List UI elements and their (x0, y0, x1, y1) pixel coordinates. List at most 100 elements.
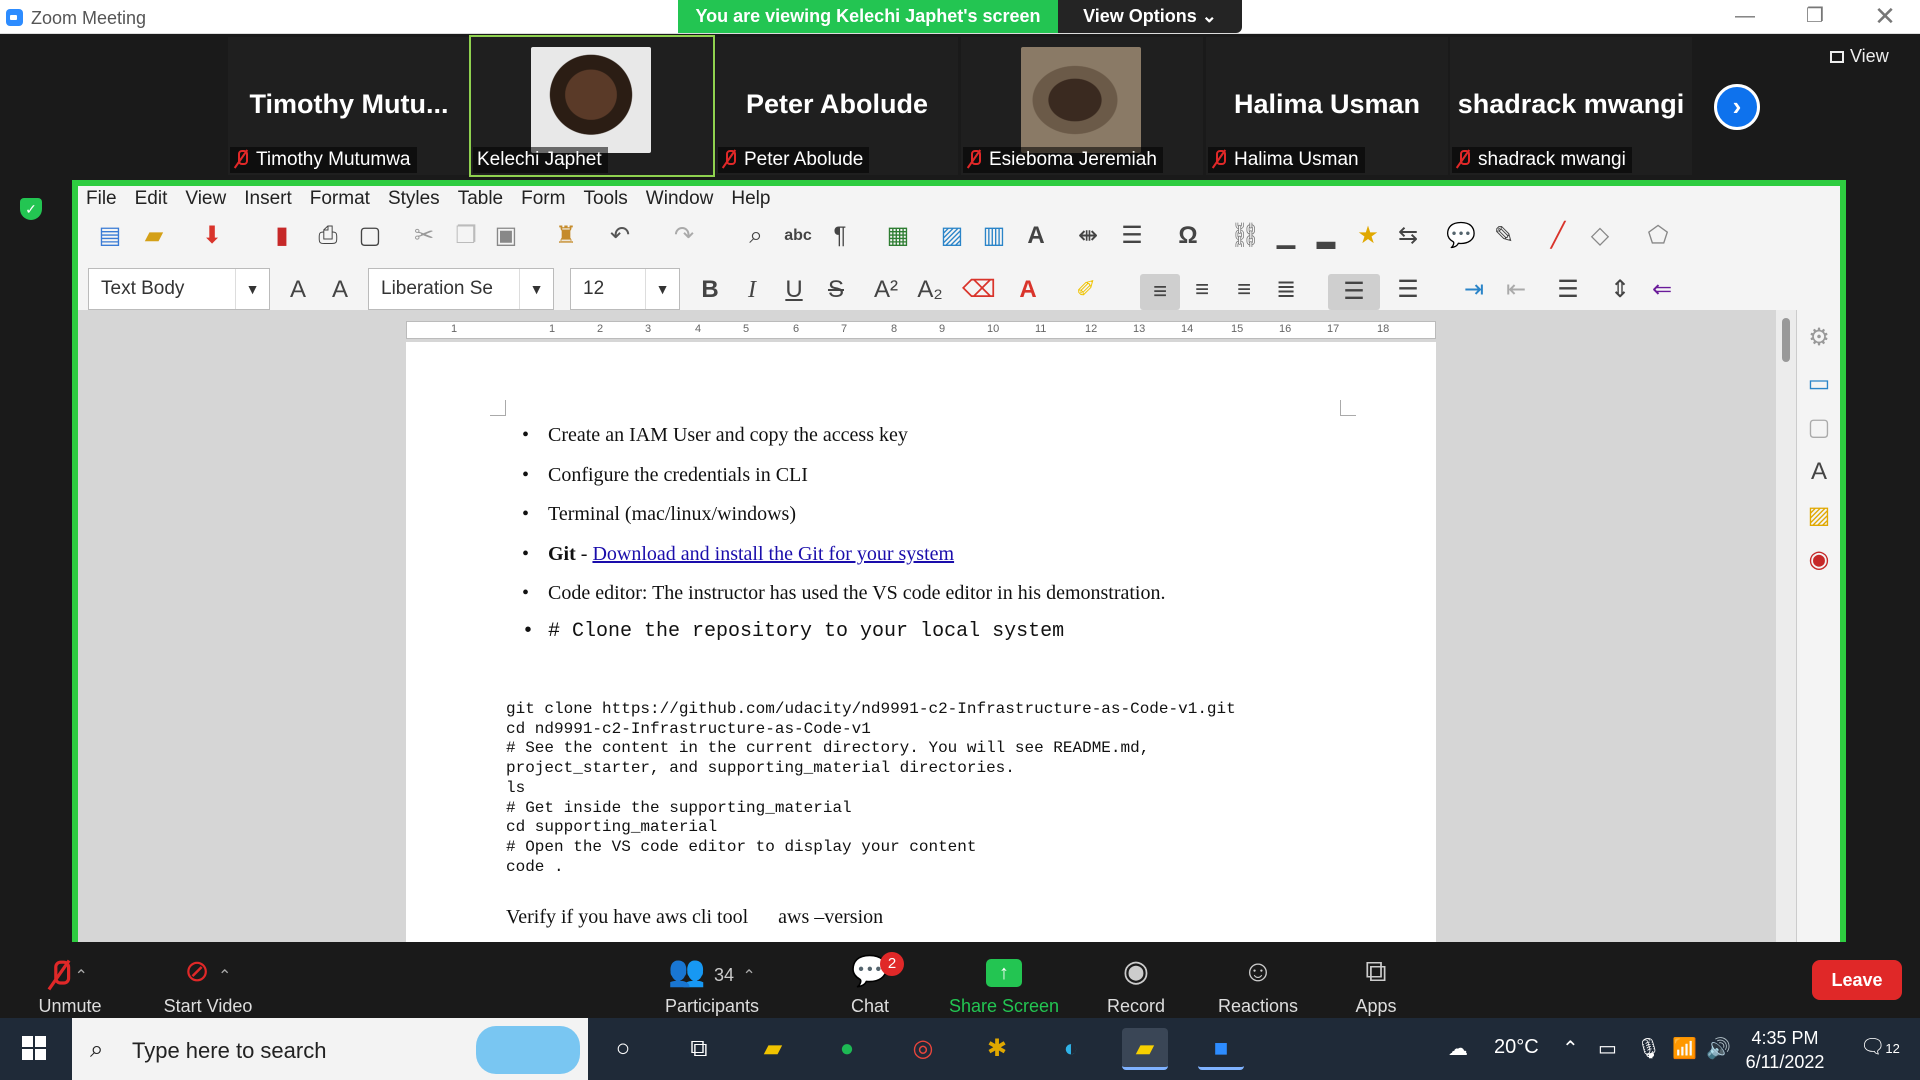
participant-tile[interactable]: Peter Abolude Peter Abolude (716, 37, 958, 175)
view-layout-button[interactable]: View (1830, 46, 1889, 67)
export-pdf-icon[interactable]: ▮ (268, 222, 296, 250)
document-page[interactable]: Create an IAM User and copy the access k… (406, 342, 1436, 962)
subscript-icon[interactable]: A₂ (916, 276, 944, 304)
windows-start-icon[interactable] (22, 1036, 46, 1060)
notification-center-icon[interactable]: 🗨12 (1860, 1034, 1900, 1059)
wifi-icon[interactable]: 📶 (1672, 1036, 1697, 1061)
cross-reference-icon[interactable]: ⇆ (1394, 222, 1422, 250)
insert-textbox-icon[interactable]: A (1022, 222, 1050, 250)
open-folder-icon[interactable]: ▰ (140, 222, 168, 250)
redo-icon[interactable]: ↷ (670, 222, 698, 250)
paragraph-spacing-icon[interactable]: ⇕ (1606, 276, 1634, 304)
slack-icon[interactable]: ✱ (974, 1028, 1020, 1070)
decrease-indent-icon[interactable]: ⇤ (1502, 276, 1530, 304)
insert-image-icon[interactable]: ▨ (938, 222, 966, 250)
print-preview-icon[interactable]: ▢ (356, 222, 384, 250)
new-document-icon[interactable]: ▤ (96, 222, 124, 250)
menu-edit[interactable]: Edit (127, 186, 178, 210)
code-block[interactable]: git clone https://github.com/udacity/nd9… (506, 700, 1236, 877)
sticky-notes-icon[interactable]: ▰ (1122, 1028, 1168, 1070)
outline-indent-icon[interactable]: ⇐ (1648, 276, 1676, 304)
list-item[interactable]: Code editor: The instructor has used the… (522, 582, 1165, 605)
footnote-icon[interactable]: ▁ (1272, 222, 1300, 250)
numbered-list-icon[interactable]: ☰ (1394, 276, 1422, 304)
font-size-select[interactable]: 12 ▼ (570, 268, 680, 310)
clone-formatting-icon[interactable]: ♜ (552, 222, 580, 250)
list-item[interactable]: Configure the credentials in CLI (522, 464, 808, 487)
leave-button[interactable]: Leave (1812, 960, 1902, 1000)
styles-icon[interactable]: ▢ (1805, 414, 1833, 442)
restore-icon[interactable]: ❐ (1780, 0, 1850, 34)
align-left-icon[interactable]: ≡ (1140, 274, 1180, 310)
chat-button[interactable]: 💬 2 Chat (800, 950, 940, 1017)
endnote-icon[interactable]: ▂ (1312, 222, 1340, 250)
task-view-icon[interactable]: ⧉ (676, 1028, 722, 1070)
menu-window[interactable]: Window (638, 186, 724, 210)
track-changes-icon[interactable]: ✎ (1490, 222, 1518, 250)
participant-tile[interactable]: Timothy Mutu... Timothy Mutumwa (228, 37, 470, 175)
unmute-button[interactable]: ⌃ Unmute (0, 950, 140, 1017)
update-style-icon[interactable]: A (284, 276, 312, 304)
view-options-button[interactable]: View Options ⌄ (1058, 0, 1242, 33)
cut-icon[interactable]: ✂ (410, 222, 438, 250)
file-explorer-icon[interactable]: ▰ (750, 1028, 796, 1070)
participant-tile[interactable]: shadrack mwangi shadrack mwangi (1450, 37, 1692, 175)
chevron-down-icon[interactable]: ▼ (645, 269, 679, 309)
menu-view[interactable]: View (177, 186, 236, 210)
git-download-link[interactable]: Download and install the Git for your sy… (592, 543, 954, 565)
apps-button[interactable]: ⧉ Apps (1306, 950, 1446, 1017)
navigator-icon[interactable]: ◉ (1805, 546, 1833, 574)
verify-line[interactable]: Verify if you have aws cli tool aws –ver… (506, 906, 883, 929)
page-icon[interactable]: ▭ (1805, 370, 1833, 398)
paragraph-style-select[interactable]: Text Body ▼ (88, 268, 270, 310)
insert-line-icon[interactable]: ╱ (1544, 222, 1572, 250)
volume-icon[interactable]: 🔊 (1706, 1036, 1731, 1061)
draw-functions-icon[interactable]: ⬠ (1644, 222, 1672, 250)
participant-tile[interactable]: Halima Usman Halima Usman (1206, 37, 1448, 175)
scroll-thumb[interactable] (1782, 318, 1790, 362)
save-icon[interactable]: ⬇ (198, 222, 226, 250)
participants-button[interactable]: 👥 34 ⌃ Participants (642, 950, 782, 1017)
justify-icon[interactable]: ≣ (1272, 276, 1300, 304)
properties-icon[interactable]: ⚙ (1805, 324, 1833, 352)
find-replace-icon[interactable]: ⌕ (742, 222, 770, 250)
list-item[interactable]: Git - Download and install the Git for y… (522, 543, 954, 566)
line-spacing-icon[interactable]: ☰ (1554, 276, 1582, 304)
zoom-taskbar-icon[interactable]: ■ (1198, 1028, 1244, 1070)
increase-indent-icon[interactable]: ⇥ (1460, 276, 1488, 304)
insert-chart-icon[interactable]: ▥ (980, 222, 1008, 250)
participant-tile-active-speaker[interactable]: Kelechi Japhet (469, 35, 715, 177)
list-item[interactable]: # Clone the repository to your local sys… (522, 620, 1064, 643)
taskbar-clock[interactable]: 4:35 PM 6/11/2022 (1730, 1026, 1840, 1074)
taskbar-search-box[interactable]: ⌕ Type here to search (72, 1018, 588, 1080)
participant-tile[interactable]: Esieboma Jeremiah (961, 37, 1203, 175)
record-button[interactable]: ◉ Record (1066, 950, 1206, 1017)
formatting-marks-icon[interactable]: ¶ (826, 222, 854, 250)
italic-icon[interactable]: I (738, 276, 766, 304)
menu-tools[interactable]: Tools (575, 186, 637, 210)
insert-table-icon[interactable]: ▦ (884, 222, 912, 250)
new-style-icon[interactable]: A (326, 276, 354, 304)
paste-icon[interactable]: ▣ (492, 222, 520, 250)
horizontal-ruler[interactable]: 1 1 2 3 4 5 6 7 8 9 10 11 12 13 14 15 16… (406, 321, 1436, 339)
list-item[interactable]: Create an IAM User and copy the access k… (522, 424, 908, 447)
font-color-icon[interactable]: A (1014, 276, 1042, 304)
menu-styles[interactable]: Styles (380, 186, 450, 210)
undo-icon[interactable]: ↶ (606, 222, 634, 250)
chevron-down-icon[interactable]: ▼ (519, 269, 553, 309)
menu-file[interactable]: File (78, 186, 127, 210)
page-break-icon[interactable]: ⇼ (1074, 222, 1102, 250)
style-inspector-icon[interactable]: A (1805, 458, 1833, 486)
highlight-icon[interactable]: ✐ (1072, 276, 1100, 304)
weather-temperature[interactable]: 20°C (1494, 1036, 1539, 1059)
close-icon[interactable]: ✕ (1850, 0, 1920, 34)
minimize-icon[interactable]: — (1710, 0, 1780, 34)
share-screen-button[interactable]: ↑ Share Screen (934, 950, 1074, 1017)
menu-insert[interactable]: Insert (236, 186, 302, 210)
gallery-icon[interactable]: ▨ (1805, 502, 1833, 530)
menu-format[interactable]: Format (302, 186, 380, 210)
menu-form[interactable]: Form (513, 186, 575, 210)
superscript-icon[interactable]: A² (872, 276, 900, 304)
insert-field-icon[interactable]: ☰ (1118, 222, 1146, 250)
cortana-icon[interactable]: ○ (600, 1028, 646, 1070)
